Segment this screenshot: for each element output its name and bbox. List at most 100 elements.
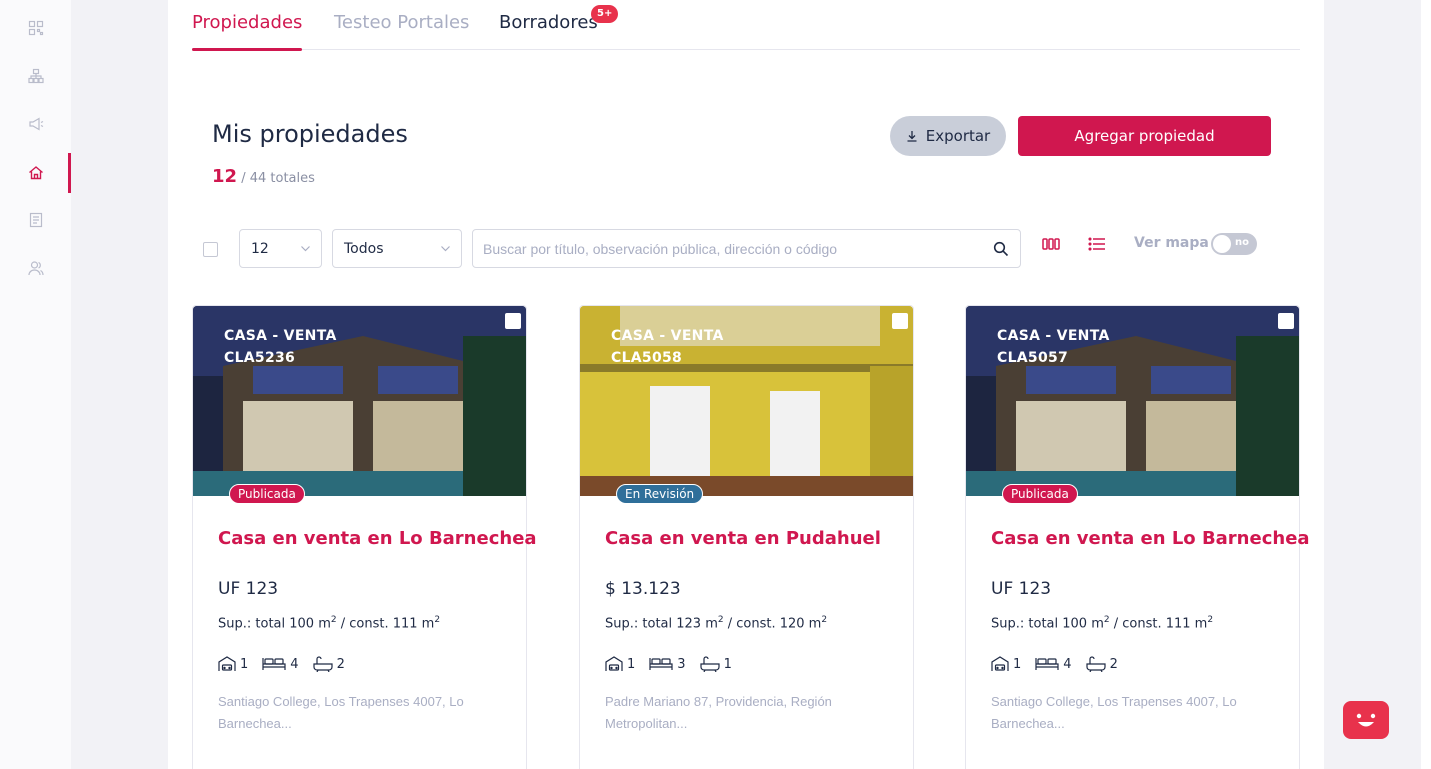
property-amenities: 1 4 2 [218,656,345,672]
card-checkbox[interactable] [505,313,521,329]
property-title[interactable]: Casa en venta en Pudahuel [605,528,881,549]
sidebar-item-users[interactable] [0,248,71,288]
search-input[interactable] [473,230,973,267]
bed-icon [649,658,673,670]
parking-count: 1 [627,656,636,672]
property-code: CLA5057 [997,350,1069,366]
download-icon [907,131,917,142]
count-total: / 44 totales [241,171,315,186]
status-badge: Publicada [1002,484,1078,504]
drafts-count-badge: 5+ [591,5,619,23]
document-icon [29,212,42,228]
bathtub-icon [312,656,333,672]
map-label: Ver mapa [1134,235,1209,251]
property-amenities: 1 4 2 [991,656,1118,672]
count-shown: 12 [212,166,238,187]
property-kind: CASA - VENTA [611,328,724,344]
per-page-select[interactable]: 12 [239,229,322,268]
property-photo: CASA - VENTA CLA5058 [580,306,913,496]
sidebar-item-dashboard[interactable] [0,8,71,48]
bathroom-count: 2 [1109,656,1118,672]
property-title[interactable]: Casa en venta en Lo Barnechea [218,528,537,549]
sitemap-icon [27,68,44,84]
bedroom-count: 4 [1063,656,1072,672]
garage-icon [991,656,1009,671]
property-surface: Sup.: total 100 m2 / const. 111 m2 [991,615,1214,632]
scrollbar-track[interactable] [1421,0,1431,769]
property-price: $ 13.123 [605,579,681,599]
card-checkbox[interactable] [892,313,908,329]
type-filter-select[interactable]: Todos [332,229,462,268]
home-icon [28,166,43,180]
bedroom-count: 3 [677,656,686,672]
property-photo: CASA - VENTA CLA5057 [966,306,1299,496]
property-amenities: 1 3 1 [605,656,732,672]
bathroom-count: 1 [723,656,732,672]
search-icon[interactable] [993,241,1009,257]
photo-caption: CASA - VENTA CLA5058 [611,325,724,369]
bed-icon [1035,658,1059,670]
parking-count: 1 [1013,656,1022,672]
export-button[interactable]: Exportar [890,116,1006,156]
bathtub-icon [1085,656,1106,672]
status-badge: Publicada [229,484,305,504]
bathroom-count: 2 [336,656,345,672]
card-checkbox[interactable] [1278,313,1294,329]
property-card[interactable]: CASA - VENTA CLA5236 Publicada Casa en v… [192,305,537,769]
chevron-down-icon [441,246,450,252]
status-badge: En Revisión [616,484,704,504]
sidebar-item-properties[interactable] [0,153,71,193]
list-view-icon[interactable] [1088,235,1106,253]
search-box [472,229,1021,268]
tab-propiedades[interactable]: Propiedades [192,12,303,51]
toggle-label: no [1235,237,1249,248]
property-address: Santiago College, Los Trapenses 4007, Lo… [991,694,1237,731]
megaphone-icon [28,117,43,131]
property-card[interactable]: CASA - VENTA CLA5058 En Revisión Casa en… [579,305,914,769]
parking-count: 1 [240,656,249,672]
property-card[interactable]: CASA - VENTA CLA5057 Publicada Casa en v… [965,305,1310,769]
photo-caption: CASA - VENTA CLA5057 [997,325,1110,369]
bathtub-icon [699,656,720,672]
map-toggle[interactable]: no [1211,233,1257,255]
garage-icon [218,656,236,671]
sidebar [0,0,71,769]
property-kind: CASA - VENTA [224,328,337,344]
per-page-value: 12 [251,240,269,257]
property-surface: Sup.: total 123 m2 / const. 120 m2 [605,615,828,632]
tab-bar: Propiedades Testeo Portales Borradores 5… [192,0,1300,51]
page-gutter [1324,0,1421,769]
smiley-icon [1356,713,1376,727]
property-price: UF 123 [218,579,279,599]
select-all-checkbox[interactable] [203,242,218,257]
grid-view-icon[interactable] [1042,235,1060,253]
property-address: Padre Mariano 87, Providencia, Región Me… [605,694,832,731]
export-label: Exportar [925,127,991,145]
bedroom-count: 4 [290,656,299,672]
property-price: UF 123 [991,579,1052,599]
sidebar-item-campaigns[interactable] [0,104,71,144]
property-address: Santiago College, Los Trapenses 4007, Lo… [218,694,464,731]
users-icon [27,261,44,276]
main-panel: Propiedades Testeo Portales Borradores 5… [168,0,1324,769]
property-count: 12 / 44 totales [212,166,315,187]
type-filter-value: Todos [344,240,384,257]
toggle-knob [1213,235,1231,253]
chevron-down-icon [301,246,310,252]
property-code: CLA5058 [611,350,683,366]
add-property-button[interactable]: Agregar propiedad [1018,116,1271,156]
sidebar-item-documents[interactable] [0,200,71,240]
tab-borradores[interactable]: Borradores [499,12,598,50]
photo-caption: CASA - VENTA CLA5236 [224,325,337,369]
property-kind: CASA - VENTA [997,328,1110,344]
property-code: CLA5236 [224,350,296,366]
tab-testeo-portales[interactable]: Testeo Portales [334,12,469,50]
bed-icon [262,658,286,670]
sidebar-item-structure[interactable] [0,56,71,96]
qr-grid-icon [28,20,43,36]
garage-icon [605,656,623,671]
property-surface: Sup.: total 100 m2 / const. 111 m2 [218,615,441,632]
chat-widget-button[interactable] [1343,701,1389,739]
property-title[interactable]: Casa en venta en Lo Barnechea [991,528,1310,549]
page-title: Mis propiedades [212,120,408,148]
